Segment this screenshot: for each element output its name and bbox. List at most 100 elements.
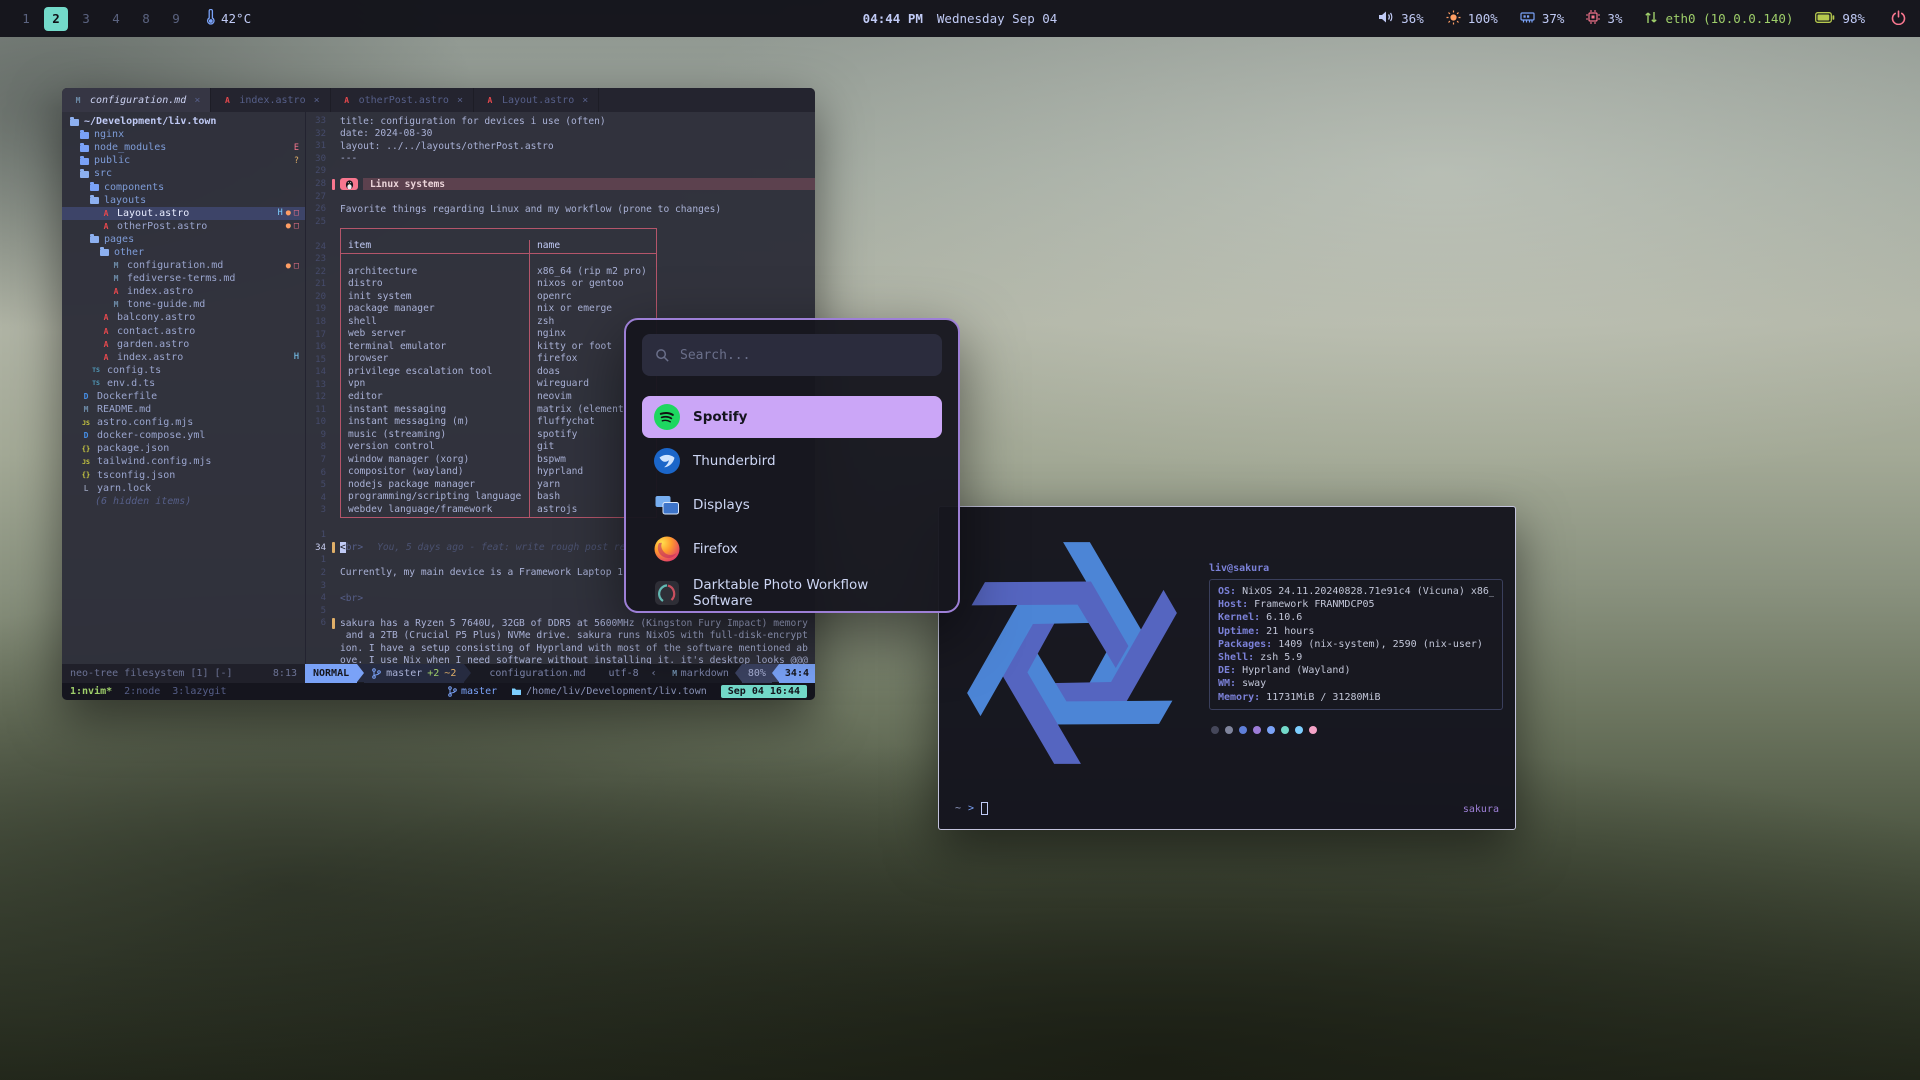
powerline-separator — [772, 664, 779, 682]
tree-item[interactable]: MREADME.md — [62, 403, 305, 416]
line-number: 22 — [306, 267, 332, 277]
fetch-info-line: Packages: 1409 (nix-system), 2590 (nix-u… — [1218, 638, 1494, 651]
tree-item-label: (6 hidden items) — [95, 496, 191, 507]
linux-icon — [340, 178, 358, 190]
tab-label: otherPost.astro — [359, 95, 449, 106]
tab-close-icon[interactable]: × — [582, 95, 588, 106]
tmux-window[interactable]: 2:node — [124, 686, 160, 697]
workspace-button-8[interactable]: 8 — [134, 7, 158, 31]
git-sign — [332, 266, 335, 277]
file-tree-panel[interactable]: ~/Development/liv.town nginxnode_modules… — [62, 112, 305, 664]
launcher-item[interactable]: Spotify — [642, 396, 942, 438]
tree-item[interactable]: node_modulesE — [62, 141, 305, 154]
tree-item[interactable]: layouts — [62, 194, 305, 207]
tree-item[interactable]: JSastro.config.mjs — [62, 416, 305, 429]
tree-item[interactable]: AotherPost.astro●□ — [62, 220, 305, 233]
tree-item[interactable]: Ddocker-compose.yml — [62, 429, 305, 442]
tmux-window[interactable]: 3:lazygit — [172, 686, 226, 697]
buffer-line: 28Linux systems — [306, 178, 815, 191]
git-status-segment: master +2 ~2 — [364, 664, 464, 683]
line-number: 16 — [306, 342, 332, 352]
tree-item[interactable]: src — [62, 167, 305, 180]
network-icon — [1644, 11, 1658, 27]
tree-item[interactable]: public? — [62, 154, 305, 167]
md-file-icon: M — [110, 300, 122, 309]
tree-item[interactable]: {}package.json — [62, 442, 305, 455]
launcher-item[interactable]: Firefox — [642, 528, 942, 570]
separator-glyph: ‹ — [645, 664, 663, 683]
tree-item[interactable]: Aindex.astroH — [62, 351, 305, 364]
system-tray: 36% 100% 37% 3% eth0 (10.0.0.140) 98% — [1378, 10, 1906, 28]
tree-item-label: package.json — [97, 443, 169, 454]
folder-icon — [90, 236, 99, 243]
launcher-item[interactable]: Thunderbird — [642, 440, 942, 482]
tree-item[interactable]: pages — [62, 233, 305, 246]
tmux-statusbar: 1:nvim*2:node3:lazygit master /home/liv/… — [62, 683, 815, 700]
workspace-button-9[interactable]: 9 — [164, 7, 188, 31]
tree-item[interactable]: Lyarn.lock — [62, 482, 305, 495]
shell-prompt[interactable]: ~ > — [955, 802, 988, 815]
darktable-icon — [654, 580, 680, 606]
tree-item[interactable]: ALayout.astroH●□ — [62, 207, 305, 220]
tab-close-icon[interactable]: × — [314, 95, 320, 106]
tmux-window[interactable]: 1:nvim* — [70, 686, 112, 697]
tree-item[interactable]: TSenv.d.ts — [62, 377, 305, 390]
displays-icon — [654, 492, 680, 518]
editor-tab[interactable]: Aindex.astro× — [211, 88, 330, 112]
editor-tab[interactable]: ALayout.astro× — [474, 88, 599, 112]
tree-item[interactable]: Aindex.astro — [62, 285, 305, 298]
table-row: programming/scripting languagebash — [340, 491, 657, 504]
tree-item[interactable]: other — [62, 246, 305, 259]
cpu-icon — [1586, 10, 1600, 27]
tree-item[interactable]: {}tsconfig.json — [62, 469, 305, 482]
line-number: 14 — [306, 367, 332, 377]
editor-tab[interactable]: Mconfiguration.md× — [62, 88, 211, 112]
tree-item[interactable]: nginx — [62, 128, 305, 141]
markdown-icon: M — [669, 669, 681, 678]
table-row: distronixos or gentoo — [340, 278, 657, 291]
tree-item[interactable]: Mtone-guide.md — [62, 298, 305, 311]
workspace-button-2[interactable]: 2 — [44, 7, 68, 31]
tree-item[interactable]: DDockerfile — [62, 390, 305, 403]
editor-tab[interactable]: AotherPost.astro× — [331, 88, 474, 112]
tree-item-label: tone-guide.md — [127, 299, 205, 310]
tree-item[interactable]: JStailwind.config.mjs — [62, 455, 305, 468]
launcher-item[interactable]: Displays — [642, 484, 942, 526]
line-number: 23 — [306, 254, 332, 264]
workspace-button-3[interactable]: 3 — [74, 7, 98, 31]
battery-widget: 98% — [1815, 11, 1865, 26]
workspace-button-1[interactable]: 1 — [14, 7, 38, 31]
temperature-widget: 42°C — [206, 9, 251, 28]
tab-close-icon[interactable]: × — [457, 95, 463, 106]
tree-item[interactable]: Agarden.astro — [62, 338, 305, 351]
palette-dot — [1281, 726, 1289, 734]
tree-item[interactable]: TSconfig.ts — [62, 364, 305, 377]
buffer-line: 21distronixos or gentoo — [306, 278, 815, 291]
tree-root[interactable]: ~/Development/liv.town — [62, 115, 305, 128]
launcher-item[interactable]: Darktable Photo Workflow Software — [642, 572, 942, 611]
network-value: eth0 (10.0.0.140) — [1665, 11, 1793, 26]
tree-item[interactable]: components — [62, 180, 305, 193]
tree-item-label: tsconfig.json — [97, 470, 175, 481]
tree-item-marks: H●□ — [278, 208, 299, 218]
ts-file-icon: TS — [90, 366, 102, 374]
tree-item-label: src — [94, 168, 112, 179]
buffer-line: ove. I use Nix when I need software with… — [306, 655, 815, 664]
workspace-button-4[interactable]: 4 — [104, 7, 128, 31]
tree-item[interactable]: (6 hidden items) — [62, 495, 305, 508]
git-sign — [332, 467, 335, 478]
tree-item[interactable]: Acontact.astro — [62, 325, 305, 338]
git-sign — [332, 304, 335, 315]
md-file-icon: M — [110, 274, 122, 283]
terminal-window-fastfetch: liv@sakura OS: NixOS 24.11.20240828.71e9… — [938, 506, 1516, 830]
line-number: 19 — [306, 304, 332, 314]
tree-item[interactable]: Mfediverse-terms.md — [62, 272, 305, 285]
search-input[interactable]: Search... — [642, 334, 942, 376]
git-sign — [332, 567, 335, 578]
status-bar: 123489 42°C 04:44 PM Wednesday Sep 04 36… — [0, 0, 1920, 37]
tree-item[interactable]: Mconfiguration.md●□ — [62, 259, 305, 272]
tree-item[interactable]: Abalcony.astro — [62, 311, 305, 324]
power-button[interactable] — [1891, 10, 1906, 28]
thunderbird-icon — [654, 448, 680, 474]
tab-close-icon[interactable]: × — [194, 95, 200, 106]
